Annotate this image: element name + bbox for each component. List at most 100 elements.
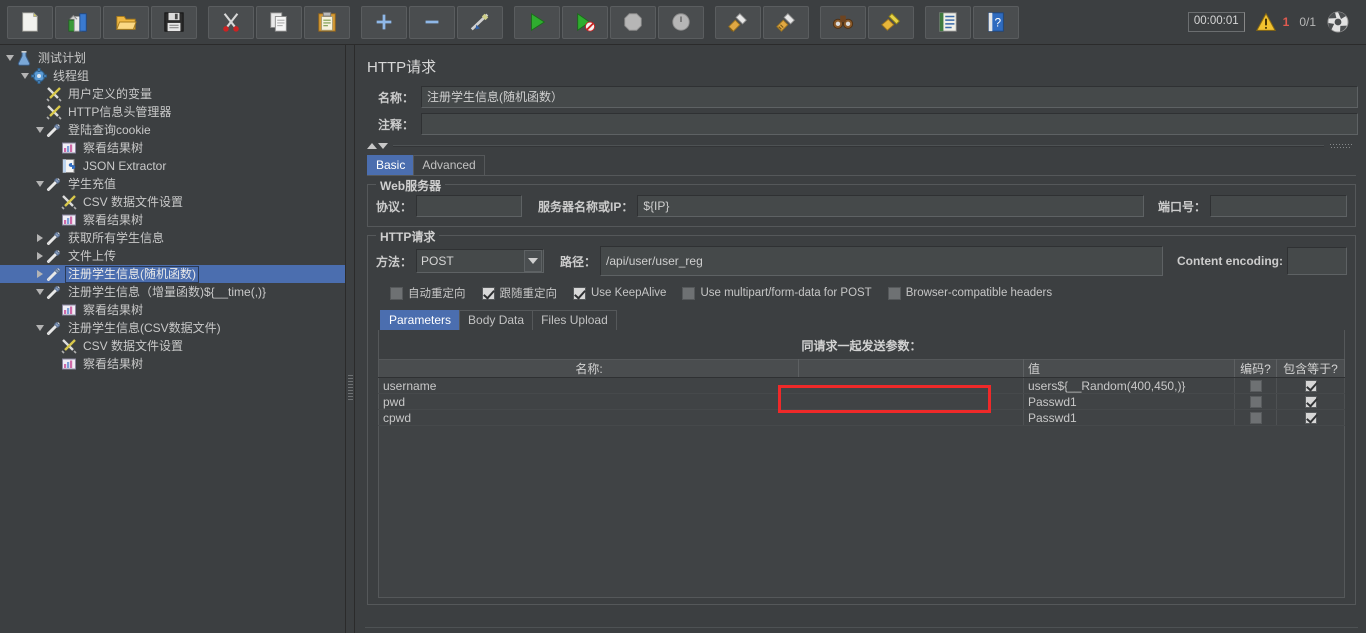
collapse-down-icon[interactable]	[378, 143, 388, 149]
tree-node[interactable]: 学生充值	[0, 175, 345, 193]
comment-input[interactable]	[421, 113, 1358, 135]
path-input[interactable]: /api/user/user_reg	[600, 246, 1164, 276]
tree-expand-open-icon[interactable]	[34, 322, 46, 334]
split-divider-grip[interactable]	[348, 375, 353, 401]
tree-expand-closed-icon[interactable]	[34, 232, 46, 244]
tree-node[interactable]: 注册学生信息（增量函数)${__time(,)}	[0, 283, 345, 301]
test-plan-tree[interactable]: 测试计划 线程组 用户定义的变量 HTTP信息头管理器 登陆查询cookie 察看结果树 J…	[0, 45, 346, 633]
tree-node[interactable]: 察看结果树	[0, 355, 345, 373]
checkbox-checked-icon[interactable]	[1304, 412, 1317, 425]
param-value-cell[interactable]: Passwd1	[1023, 409, 1235, 426]
new-button[interactable]	[7, 5, 53, 39]
param-encode-cell[interactable]	[1234, 409, 1277, 426]
tree-expand-open-icon[interactable]	[19, 70, 31, 82]
split-divider[interactable]	[346, 45, 355, 633]
collapse-up-icon[interactable]	[367, 143, 377, 149]
cut-button[interactable]	[208, 5, 254, 39]
table-row[interactable]: pwd Passwd1	[378, 393, 1345, 410]
tree-node[interactable]: CSV 数据文件设置	[0, 193, 345, 211]
tree-expand-closed-icon[interactable]	[34, 250, 46, 262]
checkbox-checked-icon[interactable]	[1304, 380, 1317, 393]
help-button[interactable]: ?	[973, 5, 1019, 39]
tree-expand-open-icon[interactable]	[34, 124, 46, 136]
tree-node[interactable]: 用户定义的变量	[0, 85, 345, 103]
parameter-tabs[interactable]: Parameters Body Data Files Upload	[380, 310, 1345, 330]
table-row[interactable]: cpwd Passwd1	[378, 409, 1345, 426]
protocol-input[interactable]	[416, 195, 523, 217]
function-helper-button[interactable]	[925, 5, 971, 39]
tree-node[interactable]: 登陆查询cookie	[0, 121, 345, 139]
parameters-table-empty-area[interactable]	[378, 426, 1345, 598]
tree-expand-open-icon[interactable]	[34, 178, 46, 190]
chevron-down-icon[interactable]	[524, 250, 543, 272]
param-name-cell[interactable]: username	[378, 377, 1024, 394]
port-input[interactable]	[1210, 195, 1347, 217]
checkbox-checked-icon[interactable]	[481, 286, 495, 300]
param-include-equals-cell[interactable]	[1276, 409, 1345, 426]
tree-expand-open-icon[interactable]	[4, 52, 16, 64]
start-no-pauses-button[interactable]	[562, 5, 608, 39]
tree-node[interactable]: 察看结果树	[0, 211, 345, 229]
open-button[interactable]	[103, 5, 149, 39]
param-include-equals-cell[interactable]	[1276, 377, 1345, 394]
tab-advanced[interactable]: Advanced	[413, 155, 485, 175]
col-include-equals[interactable]: 包含等于?	[1276, 359, 1345, 378]
param-encode-cell[interactable]	[1234, 393, 1277, 410]
tree-node[interactable]: 注册学生信息(CSV数据文件)	[0, 319, 345, 337]
tree-node[interactable]: 察看结果树	[0, 301, 345, 319]
parameters-table[interactable]: 名称: 值 编码? 包含等于? username users${__Random(…	[378, 359, 1345, 426]
request-option-checkbox[interactable]: Use KeepAlive	[573, 286, 666, 300]
checkbox-unchecked-icon[interactable]	[1249, 396, 1262, 409]
tree-node[interactable]: 测试计划	[0, 49, 345, 67]
tree-node[interactable]: JSON Extractor	[0, 157, 345, 175]
tree-node[interactable]: HTTP信息头管理器	[0, 103, 345, 121]
expand-all-button[interactable]	[361, 5, 407, 39]
search-button[interactable]	[820, 5, 866, 39]
collapse-all-button[interactable]	[409, 5, 455, 39]
toggle-button[interactable]	[457, 5, 503, 39]
shutdown-button[interactable]	[658, 5, 704, 39]
tree-expand-closed-icon[interactable]	[34, 268, 46, 280]
start-button[interactable]	[514, 5, 560, 39]
mode-tabs[interactable]: Basic Advanced	[367, 155, 1358, 175]
request-option-checkbox[interactable]: 自动重定向	[390, 285, 466, 301]
checkbox-unchecked-icon[interactable]	[887, 286, 901, 300]
name-input[interactable]: 注册学生信息(随机函数）	[421, 86, 1358, 108]
method-dropdown[interactable]: POST	[416, 249, 545, 273]
tree-node[interactable]: 察看结果树	[0, 139, 345, 157]
save-button[interactable]	[151, 5, 197, 39]
reset-search-button[interactable]	[868, 5, 914, 39]
checkbox-checked-icon[interactable]	[1304, 396, 1317, 409]
checkbox-unchecked-icon[interactable]	[1249, 380, 1262, 393]
warning-triangle-icon[interactable]	[1255, 12, 1277, 32]
tab-parameters[interactable]: Parameters	[380, 310, 461, 330]
param-name-cell[interactable]: cpwd	[378, 409, 1024, 426]
collapse-grip-icon[interactable]	[1330, 142, 1352, 150]
param-include-equals-cell[interactable]	[1276, 393, 1345, 410]
col-value[interactable]: 值	[1023, 359, 1235, 378]
checkbox-unchecked-icon[interactable]	[390, 286, 403, 300]
tree-node[interactable]: 获取所有学生信息	[0, 229, 345, 247]
stop-button[interactable]	[610, 5, 656, 39]
tree-node[interactable]: 注册学生信息(随机函数)	[0, 265, 345, 283]
parameters-table-body[interactable]: username users${__Random(400,450,)} pwd Pas…	[378, 377, 1345, 426]
tree-expand-open-icon[interactable]	[34, 286, 46, 298]
tree-node[interactable]: 线程组	[0, 67, 345, 85]
tree-node[interactable]: 文件上传	[0, 247, 345, 265]
table-row[interactable]: username users${__Random(400,450,)}	[378, 377, 1345, 394]
param-value-cell[interactable]: Passwd1	[1023, 393, 1235, 410]
request-option-checkbox[interactable]: Use multipart/form-data for POST	[682, 286, 872, 300]
checkbox-unchecked-icon[interactable]	[682, 286, 696, 300]
tab-files-upload[interactable]: Files Upload	[532, 310, 617, 330]
content-encoding-input[interactable]	[1287, 247, 1347, 275]
checkbox-unchecked-icon[interactable]	[1249, 412, 1262, 425]
clear-button[interactable]	[715, 5, 761, 39]
col-name[interactable]: 名称:	[378, 359, 799, 378]
server-input[interactable]: ${IP}	[637, 195, 1144, 217]
templates-button[interactable]	[55, 5, 101, 39]
request-option-checkbox[interactable]: Browser-compatible headers	[887, 286, 1052, 300]
copy-button[interactable]	[256, 5, 302, 39]
globe-settings-icon[interactable]	[1326, 10, 1350, 34]
col-encode[interactable]: 编码?	[1234, 359, 1277, 378]
tree-node[interactable]: CSV 数据文件设置	[0, 337, 345, 355]
